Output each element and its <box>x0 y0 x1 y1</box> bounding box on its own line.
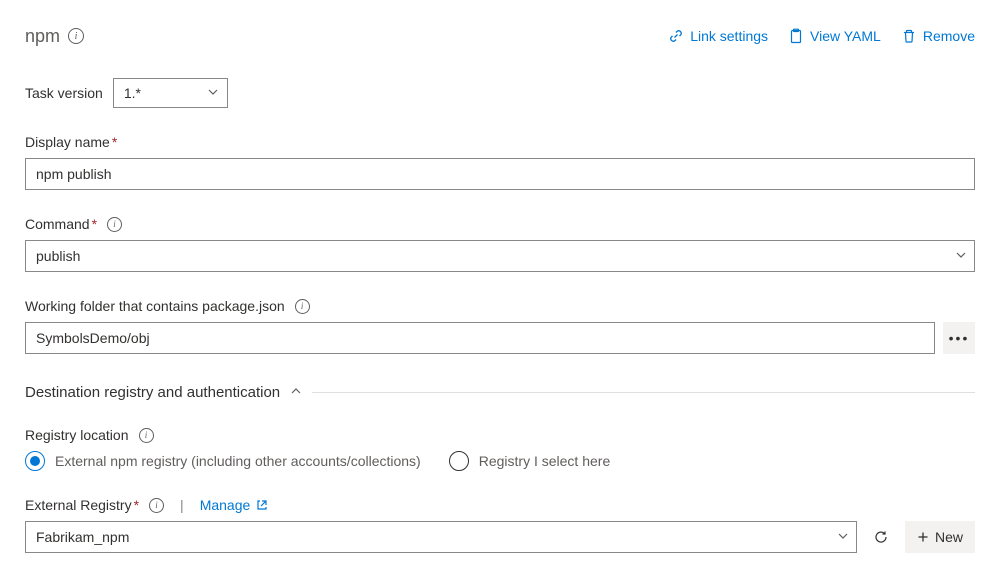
task-version-label: Task version <box>25 85 103 101</box>
working-folder-input[interactable] <box>25 322 935 354</box>
clipboard-icon <box>788 28 804 44</box>
info-icon[interactable]: i <box>68 28 84 44</box>
info-icon[interactable]: i <box>149 498 164 513</box>
radio-select-here-label: Registry I select here <box>479 453 611 469</box>
view-yaml-button[interactable]: View YAML <box>788 28 881 44</box>
link-settings-button[interactable]: Link settings <box>668 28 768 44</box>
display-name-input[interactable] <box>25 158 975 190</box>
radio-external-registry[interactable]: External npm registry (including other a… <box>25 451 421 471</box>
command-select[interactable] <box>25 240 975 272</box>
radio-unselected-icon <box>449 451 469 471</box>
required-mark: * <box>92 216 97 232</box>
chevron-down-icon <box>207 85 219 101</box>
open-external-icon <box>256 499 268 511</box>
new-button[interactable]: New <box>905 521 975 553</box>
external-registry-select[interactable] <box>25 521 857 553</box>
manage-label: Manage <box>200 497 251 513</box>
info-icon[interactable]: i <box>295 299 310 314</box>
link-icon <box>668 28 684 44</box>
view-yaml-label: View YAML <box>810 28 881 44</box>
separator: | <box>180 497 184 513</box>
refresh-icon <box>873 529 889 545</box>
command-label: Command* <box>25 216 97 232</box>
plus-icon <box>917 531 929 543</box>
section-destination-registry[interactable]: Destination registry and authentication <box>25 384 975 401</box>
link-settings-label: Link settings <box>690 28 768 44</box>
info-icon[interactable]: i <box>107 217 122 232</box>
task-version-select[interactable]: 1.* <box>113 78 228 108</box>
remove-button[interactable]: Remove <box>901 28 975 44</box>
ellipsis-icon: ••• <box>949 330 970 346</box>
working-folder-label: Working folder that contains package.jso… <box>25 298 285 314</box>
radio-select-here[interactable]: Registry I select here <box>449 451 611 471</box>
divider <box>312 392 975 393</box>
radio-selected-icon <box>25 451 45 471</box>
trash-icon <box>901 28 917 44</box>
radio-external-label: External npm registry (including other a… <box>55 453 421 469</box>
chevron-up-icon <box>290 384 302 401</box>
browse-button[interactable]: ••• <box>943 322 975 354</box>
external-registry-label: External Registry* <box>25 497 139 513</box>
display-name-label: Display name* <box>25 134 117 150</box>
page-title: npm <box>25 26 60 47</box>
section-title: Destination registry and authentication <box>25 384 280 401</box>
registry-location-label: Registry location <box>25 427 129 443</box>
required-mark: * <box>134 497 139 513</box>
info-icon[interactable]: i <box>139 428 154 443</box>
remove-label: Remove <box>923 28 975 44</box>
refresh-button[interactable] <box>865 521 897 553</box>
manage-link[interactable]: Manage <box>200 497 269 513</box>
required-mark: * <box>112 134 117 150</box>
new-label: New <box>935 529 963 545</box>
task-version-value: 1.* <box>124 85 141 101</box>
